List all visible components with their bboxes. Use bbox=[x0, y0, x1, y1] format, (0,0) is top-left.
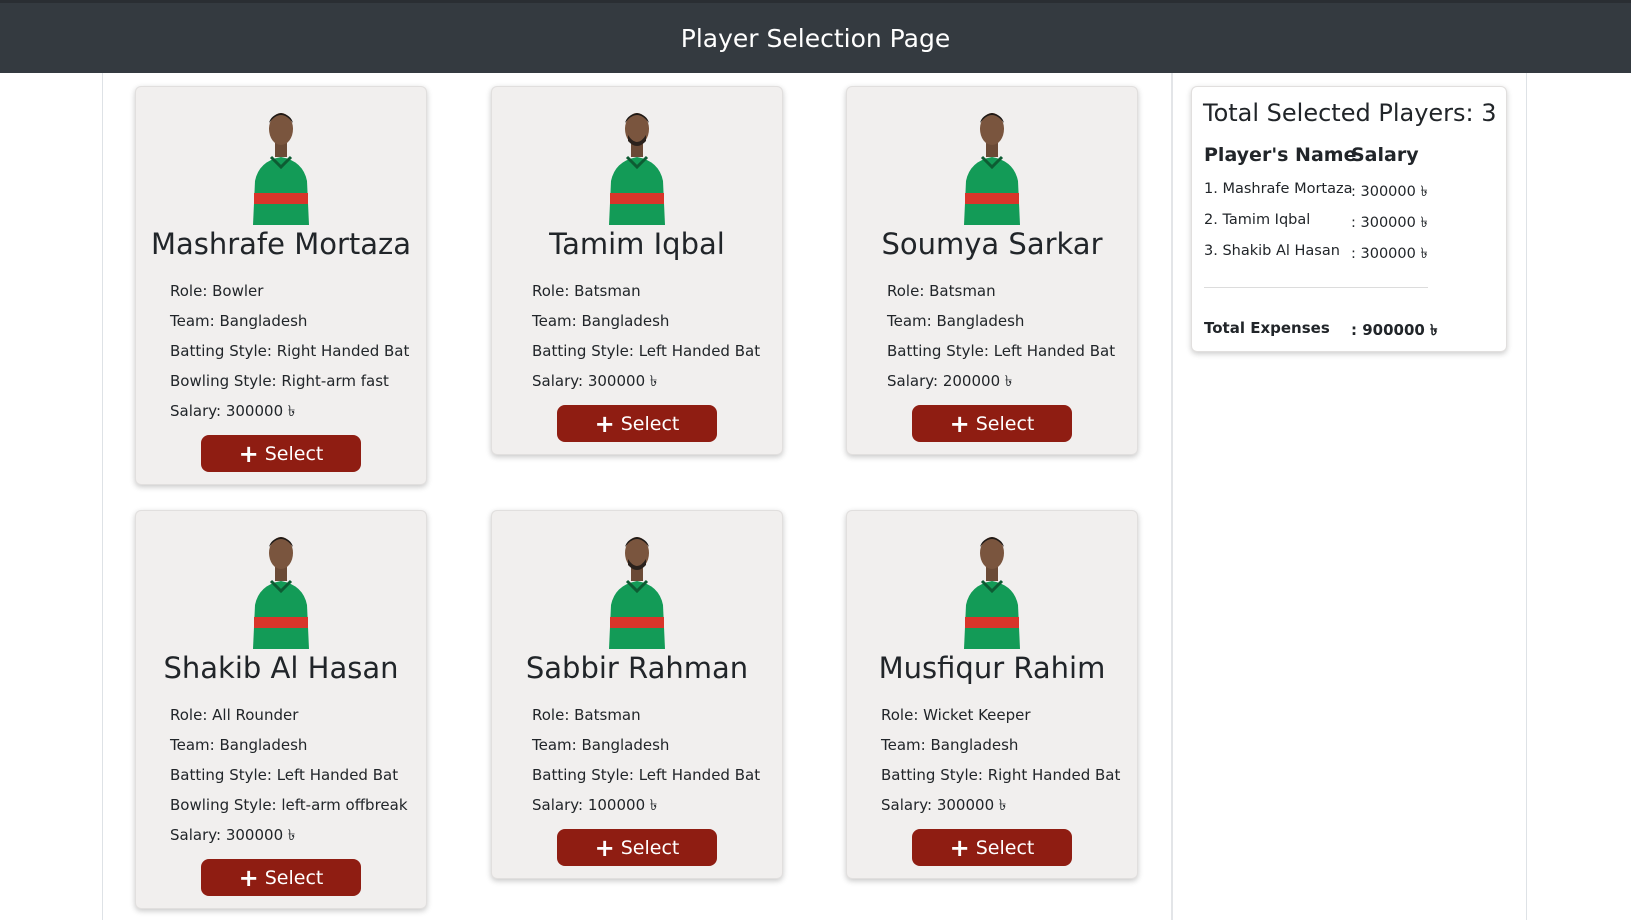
player-details: Role: Batsman Team: Bangladesh Batting S… bbox=[887, 276, 1115, 396]
player-salary: Salary: 300000 ৳ bbox=[532, 372, 658, 390]
player-salary: Salary: 300000 ৳ bbox=[881, 796, 1007, 814]
player-bowling-style: Bowling Style: left-arm offbreak bbox=[170, 796, 408, 814]
summary-divider bbox=[1204, 287, 1428, 288]
select-button-label: Select bbox=[620, 836, 680, 859]
plus-icon: + bbox=[594, 833, 615, 862]
selection-summary-panel: Total Selected Players: 3 Player's Name … bbox=[1191, 86, 1507, 352]
player-photo-icon bbox=[960, 105, 1024, 225]
summary-row: 2. Tamim Iqbal : 300000 ৳ bbox=[1204, 212, 1428, 231]
player-card: Musfiqur Rahim Role: Wicket Keeper Team:… bbox=[846, 510, 1138, 879]
player-name: Sabbir Rahman bbox=[525, 651, 749, 685]
page-title: Player Selection Page bbox=[680, 23, 951, 53]
player-photo-icon bbox=[249, 529, 313, 649]
player-role: Role: All Rounder bbox=[170, 706, 299, 724]
column-divider bbox=[1171, 73, 1173, 920]
player-details: Role: Wicket Keeper Team: Bangladesh Bat… bbox=[881, 700, 1120, 820]
player-team: Team: Bangladesh bbox=[887, 312, 1025, 330]
summary-row-name: 3. Shakib Al Hasan bbox=[1204, 243, 1340, 259]
player-photo-icon bbox=[960, 529, 1024, 649]
player-name: Tamim Iqbal bbox=[549, 227, 725, 261]
player-photo-icon bbox=[605, 529, 669, 649]
page-header: Player Selection Page bbox=[0, 0, 1631, 73]
total-expenses-value: : 900000 ৳ bbox=[1351, 321, 1438, 339]
select-button-label: Select bbox=[264, 442, 324, 465]
select-button-label: Select bbox=[975, 412, 1035, 435]
plus-icon: + bbox=[949, 833, 970, 862]
player-role: Role: Batsman bbox=[532, 706, 641, 724]
select-button-label: Select bbox=[264, 866, 324, 889]
select-player-button[interactable]: + Select bbox=[557, 405, 717, 442]
plus-icon: + bbox=[238, 863, 259, 892]
plus-icon: + bbox=[949, 409, 970, 438]
player-batting-style: Batting Style: Left Handed Bat bbox=[532, 766, 761, 784]
player-name: Soumya Sarkar bbox=[881, 227, 1103, 261]
player-card: Tamim Iqbal Role: Batsman Team: Banglade… bbox=[491, 86, 783, 455]
select-button-label: Select bbox=[975, 836, 1035, 859]
summary-row-salary: : 300000 ৳ bbox=[1351, 215, 1428, 231]
select-player-button[interactable]: + Select bbox=[201, 859, 361, 896]
player-role: Role: Batsman bbox=[887, 282, 996, 300]
player-batting-style: Batting Style: Right Handed Bat bbox=[881, 766, 1121, 784]
player-role: Role: Bowler bbox=[170, 282, 264, 300]
player-salary: Salary: 300000 ৳ bbox=[170, 402, 296, 420]
select-player-button[interactable]: + Select bbox=[201, 435, 361, 472]
select-button-label: Select bbox=[620, 412, 680, 435]
player-bowling-style: Bowling Style: Right-arm fast bbox=[170, 372, 389, 390]
plus-icon: + bbox=[594, 409, 615, 438]
player-role: Role: Wicket Keeper bbox=[881, 706, 1031, 724]
player-card: Shakib Al Hasan Role: All Rounder Team: … bbox=[135, 510, 427, 909]
player-card: Sabbir Rahman Role: Batsman Team: Bangla… bbox=[491, 510, 783, 879]
player-team: Team: Bangladesh bbox=[881, 736, 1019, 754]
player-batting-style: Batting Style: Right Handed Bat bbox=[170, 342, 410, 360]
player-batting-style: Batting Style: Left Handed Bat bbox=[887, 342, 1116, 360]
player-team: Team: Bangladesh bbox=[170, 736, 308, 754]
player-details: Role: All Rounder Team: Bangladesh Batti… bbox=[170, 700, 408, 850]
player-details: Role: Batsman Team: Bangladesh Batting S… bbox=[532, 700, 760, 820]
player-name: Shakib Al Hasan bbox=[163, 651, 399, 685]
player-photo-icon bbox=[249, 105, 313, 225]
summary-title: Total Selected Players: 3 bbox=[1203, 99, 1497, 127]
player-team: Team: Bangladesh bbox=[170, 312, 308, 330]
summary-row-name: 2. Tamim Iqbal bbox=[1204, 212, 1311, 228]
summary-row-salary: : 300000 ৳ bbox=[1351, 184, 1428, 200]
player-salary: Salary: 200000 ৳ bbox=[887, 372, 1013, 390]
select-player-button[interactable]: + Select bbox=[557, 829, 717, 866]
summary-col-salary: Salary bbox=[1351, 144, 1419, 166]
player-batting-style: Batting Style: Left Handed Bat bbox=[170, 766, 399, 784]
player-role: Role: Batsman bbox=[532, 282, 641, 300]
player-salary: Salary: 300000 ৳ bbox=[170, 826, 296, 844]
player-card: Soumya Sarkar Role: Batsman Team: Bangla… bbox=[846, 86, 1138, 455]
player-salary: Salary: 100000 ৳ bbox=[532, 796, 658, 814]
player-photo-icon bbox=[605, 105, 669, 225]
player-card: Mashrafe Mortaza Role: Bowler Team: Bang… bbox=[135, 86, 427, 485]
total-expenses: Total Expenses : 900000 ৳ bbox=[1204, 319, 1438, 339]
player-team: Team: Bangladesh bbox=[532, 736, 670, 754]
summary-row-salary: : 300000 ৳ bbox=[1351, 246, 1428, 262]
select-player-button[interactable]: + Select bbox=[912, 405, 1072, 442]
player-name: Musfiqur Rahim bbox=[878, 651, 1106, 685]
select-player-button[interactable]: + Select bbox=[912, 829, 1072, 866]
player-details: Role: Batsman Team: Bangladesh Batting S… bbox=[532, 276, 760, 396]
player-team: Team: Bangladesh bbox=[532, 312, 670, 330]
summary-row: 3. Shakib Al Hasan : 300000 ৳ bbox=[1204, 243, 1428, 262]
summary-row: 1. Mashrafe Mortaza : 300000 ৳ bbox=[1204, 181, 1428, 200]
summary-col-name: Player's Name bbox=[1204, 144, 1357, 166]
plus-icon: + bbox=[238, 439, 259, 468]
summary-row-name: 1. Mashrafe Mortaza bbox=[1204, 181, 1353, 197]
total-expenses-label: Total Expenses bbox=[1204, 319, 1330, 337]
player-batting-style: Batting Style: Left Handed Bat bbox=[532, 342, 761, 360]
player-name: Mashrafe Mortaza bbox=[150, 227, 412, 261]
player-details: Role: Bowler Team: Bangladesh Batting St… bbox=[170, 276, 409, 426]
